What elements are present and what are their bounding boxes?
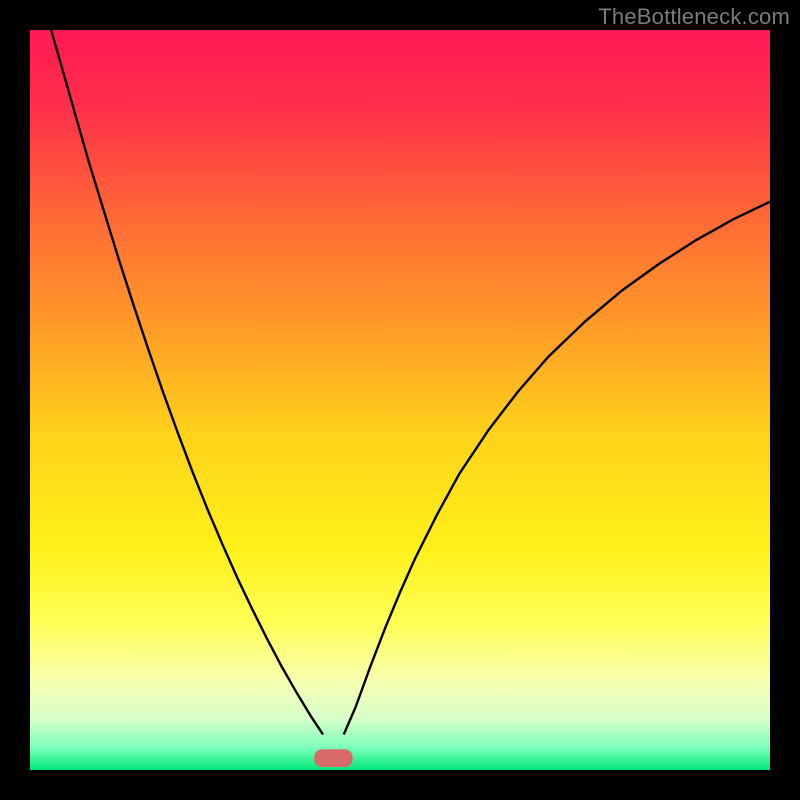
- minimum-marker: [314, 749, 352, 767]
- plot-area: [30, 30, 770, 770]
- watermark-text: TheBottleneck.com: [598, 4, 790, 30]
- gradient-background: [30, 30, 770, 770]
- chart-frame: TheBottleneck.com: [0, 0, 800, 800]
- chart-svg: [30, 30, 770, 770]
